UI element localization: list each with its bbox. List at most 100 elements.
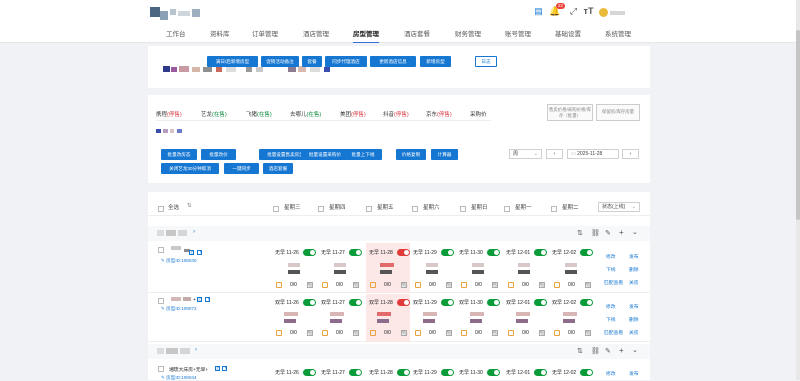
room-status-icon[interactable]: [370, 282, 376, 288]
batch-price-stock-button[interactable]: 售卖价格/采购价格/库存（批量）: [547, 104, 593, 121]
edit-link[interactable]: 修改: [606, 370, 616, 377]
stock-icon[interactable]: 钻: [446, 282, 452, 288]
stock-icon[interactable]: 钻: [585, 330, 591, 336]
room-status-icon[interactable]: [322, 330, 328, 336]
nav-library[interactable]: 资料库: [210, 27, 230, 43]
package-button[interactable]: 套餐: [302, 56, 322, 67]
sale-toggle[interactable]: [397, 299, 410, 306]
match-view-link[interactable]: 匹配查看: [604, 329, 623, 336]
font-size-icon[interactable]: тT: [583, 6, 594, 17]
link-icon[interactable]: ⛓: [591, 347, 600, 355]
sort-icon[interactable]: ⇅: [577, 347, 583, 355]
new-room-button[interactable]: 新增房型: [420, 56, 451, 67]
room-status-icon[interactable]: [415, 330, 421, 336]
next-date-button[interactable]: ›: [622, 149, 639, 159]
add-room-button[interactable]: 满日/后新增房型: [207, 56, 258, 67]
channel-fliggy[interactable]: 飞猪(在售): [246, 110, 272, 118]
weekday-checkbox[interactable]: [273, 206, 279, 212]
delete-link[interactable]: 删除: [629, 266, 639, 273]
promo-note-button[interactable]: 促销活动备注: [261, 56, 299, 67]
room-status-icon[interactable]: [322, 282, 328, 288]
publish-link[interactable]: 发布: [629, 253, 639, 260]
room-id[interactable]: ✎ 房型ID:109072: [161, 306, 197, 312]
room-status-icon[interactable]: [461, 330, 467, 336]
reserved-room-button[interactable]: 保留房/库存房量: [596, 104, 640, 121]
stock-icon[interactable]: 钻: [492, 282, 498, 288]
sale-toggle[interactable]: [303, 299, 316, 306]
nav-hotels[interactable]: 酒店管理: [303, 27, 329, 43]
room-status-icon[interactable]: [554, 330, 560, 336]
stock-icon[interactable]: 钻: [401, 282, 407, 288]
batch-room-status-button[interactable]: 批量改房态: [161, 149, 197, 160]
channel-purchase-price[interactable]: 采购价: [470, 110, 487, 118]
select-all-checkbox[interactable]: [158, 206, 164, 212]
prev-date-button[interactable]: ‹: [546, 149, 563, 159]
edit-icon[interactable]: ✎: [605, 347, 611, 355]
publish-link[interactable]: 发布: [629, 370, 639, 377]
stock-icon[interactable]: 钻: [353, 282, 359, 288]
chevron-down-icon[interactable]: ⌄: [632, 346, 638, 354]
sale-toggle[interactable]: [397, 369, 410, 376]
log-button[interactable]: 日志: [475, 56, 497, 67]
status-select[interactable]: 状态(上线) ⌄: [598, 202, 640, 212]
room-status-icon[interactable]: [554, 282, 560, 288]
stock-icon[interactable]: 钻: [492, 330, 498, 336]
nav-orders[interactable]: 订单管理: [252, 27, 278, 43]
weekday-checkbox[interactable]: [412, 206, 418, 212]
sale-toggle[interactable]: [487, 369, 500, 376]
hotel-package-button[interactable]: 酒店套餐: [263, 163, 293, 174]
chevron-right-icon[interactable]: ›: [195, 347, 197, 353]
nav-room-types[interactable]: 房型管理: [353, 27, 379, 43]
date-picker[interactable]: ▭ 2025-11-28: [567, 149, 619, 159]
publish-link[interactable]: 发布: [629, 303, 639, 310]
sale-toggle[interactable]: [303, 369, 316, 376]
sale-toggle[interactable]: [487, 249, 500, 256]
close-elong-cancel-button[interactable]: 关闭艺龙30分钟取消: [161, 163, 219, 174]
update-hotel-info-button[interactable]: 更新酒店信息: [370, 56, 416, 67]
channel-ctrip[interactable]: 携程(停售): [156, 110, 182, 118]
sort-icon[interactable]: ⇅: [187, 203, 192, 209]
stock-icon[interactable]: 钻: [585, 282, 591, 288]
edit-link[interactable]: 修改: [606, 253, 616, 260]
copy-price-button[interactable]: 价格复制: [396, 149, 426, 160]
page-scrollbar[interactable]: [796, 0, 800, 380]
channel-elong[interactable]: 艺龙(在售): [201, 110, 227, 118]
sale-toggle[interactable]: [580, 299, 593, 306]
stock-icon[interactable]: 钻: [353, 330, 359, 336]
weekday-checkbox[interactable]: [460, 206, 466, 212]
delete-link[interactable]: 删除: [629, 316, 639, 323]
nav-finance[interactable]: 财务管理: [455, 27, 481, 43]
room-status-icon[interactable]: [276, 330, 282, 336]
scrollbar-thumb[interactable]: [796, 30, 800, 220]
sale-toggle[interactable]: [349, 369, 362, 376]
channel-jd[interactable]: 京东(停售): [426, 110, 452, 118]
stock-icon[interactable]: 钻: [539, 282, 545, 288]
weekday-checkbox[interactable]: [318, 206, 324, 212]
row-checkbox[interactable]: [158, 247, 164, 253]
stock-icon[interactable]: 钻: [307, 330, 313, 336]
period-select[interactable]: 周 ⌄: [509, 149, 542, 159]
avatar[interactable]: [599, 8, 608, 17]
sale-toggle[interactable]: [441, 299, 454, 306]
stock-icon[interactable]: 钻: [307, 282, 313, 288]
nav-packages[interactable]: 酒店套餐: [404, 27, 430, 43]
chevron-down-icon[interactable]: ⌄: [632, 228, 638, 236]
sale-toggle[interactable]: [580, 249, 593, 256]
sale-toggle[interactable]: [487, 299, 500, 306]
room-status-icon[interactable]: [370, 330, 376, 336]
batch-online-button[interactable]: 批量上下线: [344, 149, 382, 160]
nav-workbench[interactable]: 工作台: [166, 27, 186, 43]
weekday-checkbox[interactable]: [504, 206, 510, 212]
room-status-icon[interactable]: [508, 330, 514, 336]
sale-toggle[interactable]: [534, 249, 547, 256]
weekday-checkbox[interactable]: [366, 206, 372, 212]
chevron-right-icon[interactable]: ›: [193, 229, 195, 235]
sale-toggle[interactable]: [534, 369, 547, 376]
room-status-icon[interactable]: [461, 282, 467, 288]
add-icon[interactable]: +: [619, 228, 624, 237]
link-icon[interactable]: ⛓: [591, 229, 600, 237]
sale-toggle[interactable]: [534, 299, 547, 306]
channel-qunar[interactable]: 去哪儿(在售): [290, 110, 321, 118]
fullscreen-icon[interactable]: ⤢: [568, 6, 579, 17]
room-status-icon[interactable]: [508, 282, 514, 288]
